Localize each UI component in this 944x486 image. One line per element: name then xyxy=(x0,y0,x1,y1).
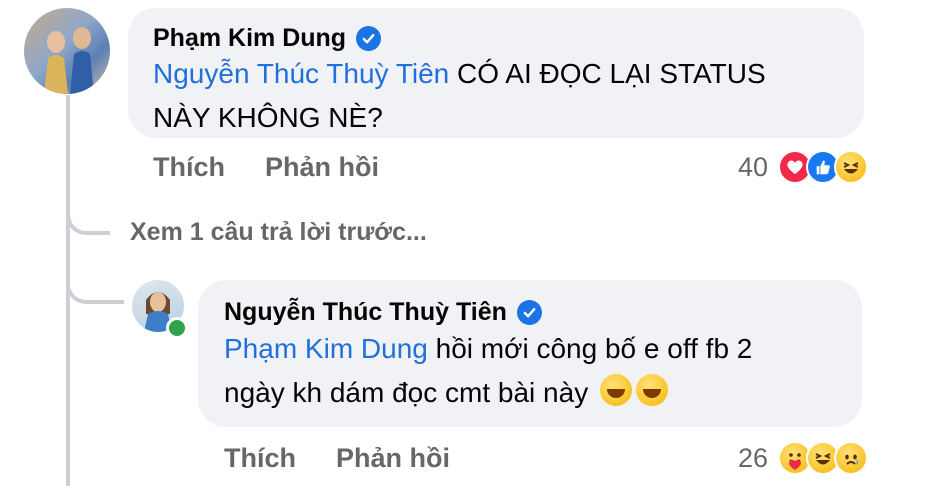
comment-like-button[interactable]: Thích xyxy=(153,152,225,183)
reply-author-name[interactable]: Nguyễn Thúc Thuỳ Tiên xyxy=(224,298,507,327)
laughing-emoji-icon xyxy=(599,374,632,406)
reply-author[interactable]: Nguyễn Thúc Thuỳ Tiên xyxy=(224,298,542,327)
comment-reply-button[interactable]: Phản hồi xyxy=(265,152,379,183)
comment-reaction-count: 40 xyxy=(738,151,769,182)
reply-actions: Thích Phản hồi xyxy=(224,443,450,474)
comment-text-line1: CÓ AI ĐỌC LẠI STATUS xyxy=(449,58,766,89)
verified-badge-icon xyxy=(356,26,382,51)
sad-icon xyxy=(834,441,869,475)
comment-text: Nguyễn Thúc Thuỳ Tiên CÓ AI ĐỌC LẠI STAT… xyxy=(153,52,853,140)
see-previous-replies-link[interactable]: Xem 1 câu trả lời trước... xyxy=(130,218,427,247)
reply-reply-button[interactable]: Phản hồi xyxy=(336,443,450,474)
avatar-photo xyxy=(44,27,94,94)
reply-text-line2: ngày kh dám đọc cmt bài này xyxy=(224,377,589,408)
comment-reactions[interactable]: 40 xyxy=(738,150,869,184)
reply-reaction-count: 26 xyxy=(738,442,769,473)
reply-mention[interactable]: Phạm Kim Dung xyxy=(224,333,428,364)
thread-line-branch-1 xyxy=(66,195,110,235)
avatar-pham-kim-dung[interactable] xyxy=(24,8,110,94)
comment-author-name[interactable]: Phạm Kim Dung xyxy=(153,24,346,53)
reply-text: Phạm Kim Dung hồi mới công bố e off fb 2… xyxy=(224,327,854,415)
comment-mention[interactable]: Nguyễn Thúc Thuỳ Tiên xyxy=(153,58,449,89)
reply-like-button[interactable]: Thích xyxy=(224,443,296,474)
haha-icon xyxy=(834,150,869,184)
thread-line-branch-2 xyxy=(66,260,124,304)
comment-reaction-icons xyxy=(778,150,869,184)
comment-actions: Thích Phản hồi xyxy=(153,152,379,183)
comment-author[interactable]: Phạm Kim Dung xyxy=(153,24,382,53)
verified-badge-icon xyxy=(516,300,542,325)
reply-text-line1: hồi mới công bố e off fb 2 xyxy=(427,333,753,364)
laughing-emoji-icon xyxy=(635,374,668,406)
reply-reaction-icons xyxy=(778,441,869,475)
comment-text-line2: NÀY KHÔNG NÈ? xyxy=(153,102,383,133)
online-status-indicator xyxy=(166,317,188,339)
reply-reactions[interactable]: 26 xyxy=(738,441,869,475)
